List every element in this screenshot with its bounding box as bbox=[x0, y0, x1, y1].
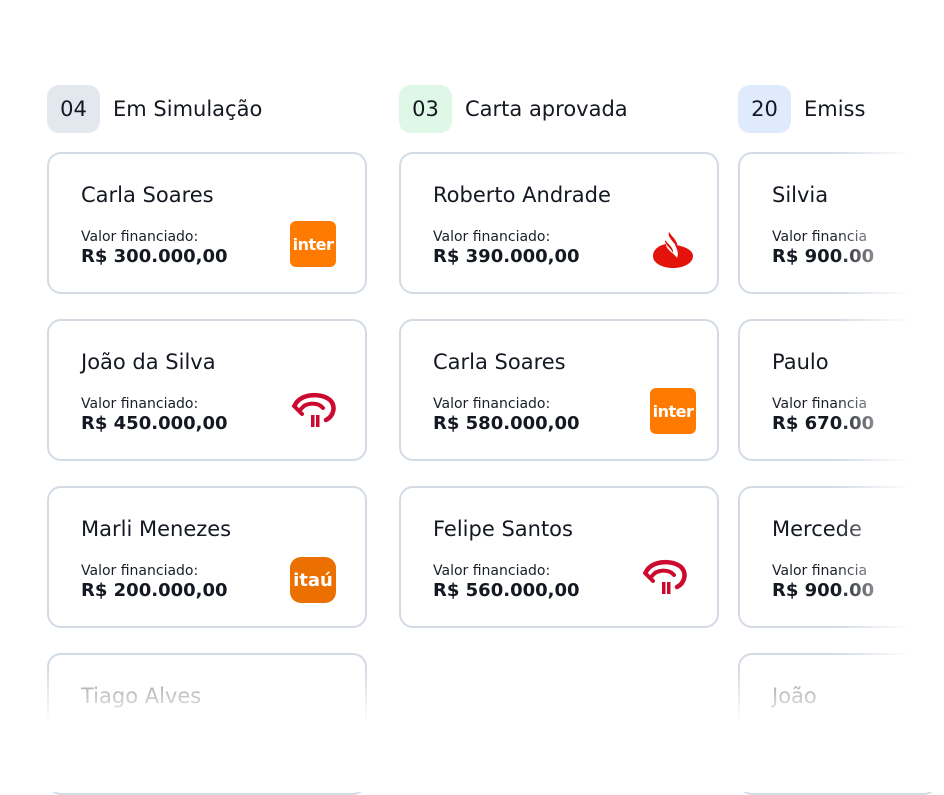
financed-label: Valor financiado: bbox=[433, 563, 551, 579]
deal-card[interactable]: Felipe Santos Valor financiado: R$ 560.0… bbox=[399, 486, 719, 628]
financed-label: Valor financiado: bbox=[433, 229, 551, 245]
deal-card[interactable]: Carla Soares Valor financiado: R$ 580.00… bbox=[399, 319, 719, 461]
deal-card[interactable]: Roberto Andrade Valor financiado: R$ 390… bbox=[399, 152, 719, 294]
column-header-emissao: 20 Emiss bbox=[738, 85, 865, 133]
financed-value: R$ 670.00 bbox=[772, 413, 875, 434]
financed-value: R$ 390.000,00 bbox=[433, 246, 580, 267]
column-count-badge: 03 bbox=[399, 85, 452, 133]
deal-card[interactable]: Silvia Valor financia R$ 900.00 bbox=[738, 152, 938, 294]
client-name: Mercede bbox=[772, 517, 862, 541]
column-header-em-simulacao: 04 Em Simulação bbox=[47, 85, 262, 133]
inter-bank-logo-icon: inter bbox=[650, 388, 696, 434]
financed-value: R$ 450.000,00 bbox=[81, 413, 228, 434]
client-name: Silvia bbox=[772, 183, 829, 207]
financed-label: Valor financia bbox=[772, 396, 868, 412]
financed-label: Valor financia bbox=[772, 563, 868, 579]
financed-label: Valor financiado: bbox=[81, 563, 199, 579]
kanban-board: 04 Em Simulação Carla Soares Valor finan… bbox=[0, 0, 944, 795]
deal-card[interactable]: Marli Menezes Valor financiado: R$ 200.0… bbox=[47, 486, 367, 628]
financed-label: Valor financiado: bbox=[81, 396, 199, 412]
client-name: Tiago Alves bbox=[81, 684, 202, 708]
inter-bank-logo-icon: inter bbox=[290, 221, 336, 267]
financed-value: R$ 560.000,00 bbox=[433, 580, 580, 601]
client-name: Roberto Andrade bbox=[433, 183, 611, 207]
client-name: Felipe Santos bbox=[433, 517, 573, 541]
bradesco-bank-logo-icon bbox=[643, 559, 687, 594]
column-header-carta-aprovada: 03 Carta aprovada bbox=[399, 85, 628, 133]
client-name: Carla Soares bbox=[81, 183, 214, 207]
column-count-badge: 04 bbox=[47, 85, 100, 133]
deal-card[interactable]: Mercede Valor financia R$ 900.00 bbox=[738, 486, 938, 628]
column-title: Emiss bbox=[804, 97, 866, 121]
deal-card[interactable]: Paulo Valor financia R$ 670.00 bbox=[738, 319, 938, 461]
santander-bank-logo-icon bbox=[653, 232, 693, 268]
client-name: Paulo bbox=[772, 350, 829, 374]
financed-label: Valor financiado: bbox=[433, 396, 551, 412]
deal-card[interactable]: Carla Soares Valor financiado: R$ 300.00… bbox=[47, 152, 367, 294]
deal-card[interactable]: João bbox=[738, 653, 938, 795]
itau-bank-logo-icon: itaú bbox=[290, 557, 336, 603]
deal-card[interactable]: Tiago Alves bbox=[47, 653, 367, 795]
column-title: Carta aprovada bbox=[465, 97, 628, 121]
client-name: Carla Soares bbox=[433, 350, 566, 374]
client-name: Marli Menezes bbox=[81, 517, 232, 541]
financed-value: R$ 900.00 bbox=[772, 246, 875, 267]
bradesco-bank-logo-icon bbox=[292, 392, 336, 427]
client-name: João da Silva bbox=[81, 350, 216, 374]
financed-value: R$ 200.000,00 bbox=[81, 580, 228, 601]
client-name: João bbox=[772, 684, 817, 708]
financed-value: R$ 300.000,00 bbox=[81, 246, 228, 267]
financed-value: R$ 900.00 bbox=[772, 580, 875, 601]
financed-value: R$ 580.000,00 bbox=[433, 413, 580, 434]
deal-card[interactable]: João da Silva Valor financiado: R$ 450.0… bbox=[47, 319, 367, 461]
column-title: Em Simulação bbox=[113, 97, 263, 121]
column-count-badge: 20 bbox=[738, 85, 791, 133]
financed-label: Valor financia bbox=[772, 229, 868, 245]
financed-label: Valor financiado: bbox=[81, 229, 199, 245]
